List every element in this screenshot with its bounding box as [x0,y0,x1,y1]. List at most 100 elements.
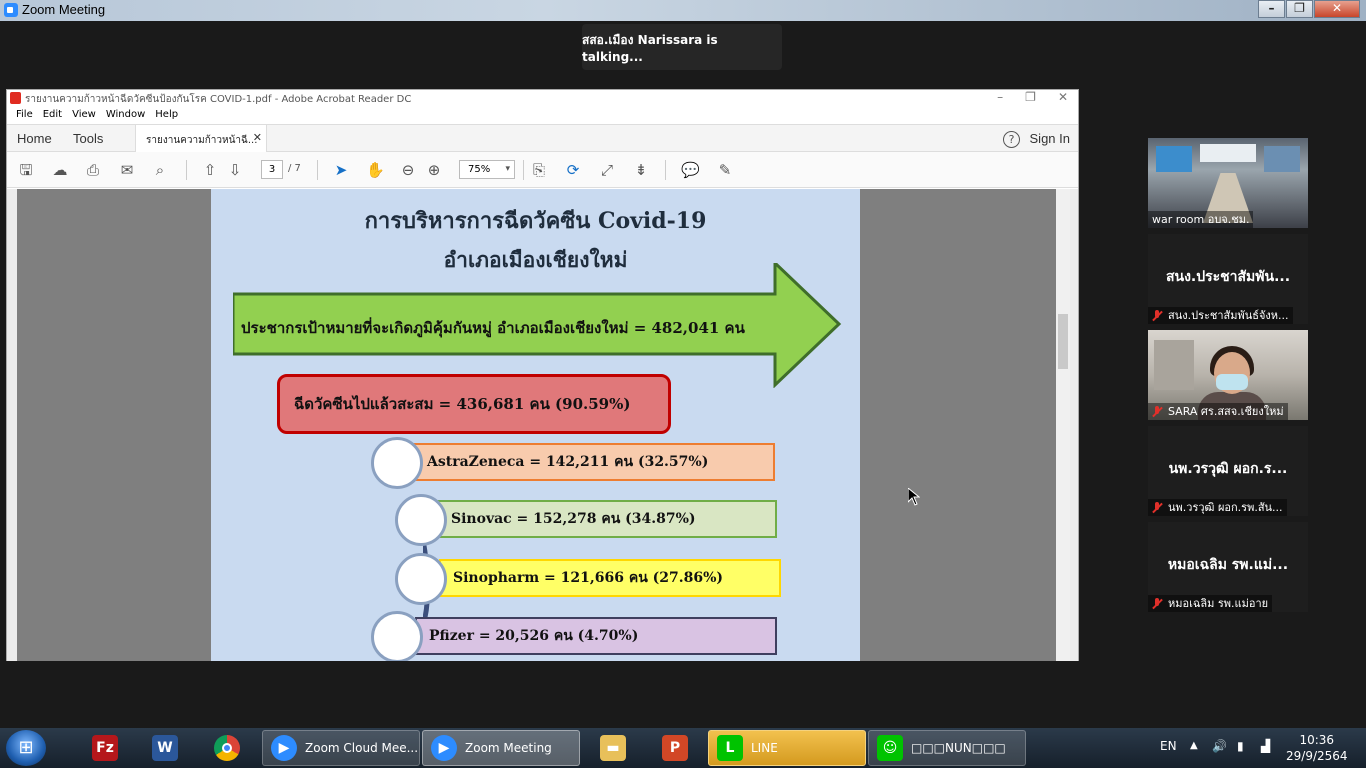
zoom-icon: ▶ [271,735,297,761]
desktop: Zoom Meeting – ❐ ✕ สสอ.เมือง Narissara i… [0,0,1366,768]
page-up-icon[interactable]: ⇧ [201,161,219,179]
vaccine-sinopharm: Sinopharm = 121,666 คน (27.86%) [439,559,781,597]
acrobat-close-button[interactable]: ✕ [1058,90,1068,104]
powerpoint-taskbar-button[interactable]: P [654,730,698,766]
participant-tile[interactable]: war room อบจ.ชม. [1148,138,1308,228]
scroll-mode-icon[interactable]: ⇟ [632,161,650,179]
select-tool-icon[interactable]: ➤ [332,161,350,179]
target-population: ประชากรเป้าหมายที่จะเกิดภูมิคุ้มกันหมู่ … [241,319,745,337]
line-chat-taskbar-button[interactable]: ☺ □□□NUN□□□ [868,730,1026,766]
clock-time: 10:36 [1299,733,1335,747]
mic-muted-icon [1152,501,1162,514]
clock-date: 29/9/2564 [1286,749,1348,763]
filezilla-taskbar-button[interactable]: Fz [84,730,128,766]
network-icon[interactable]: ▟ [1261,739,1270,768]
line-icon: L [717,735,743,761]
search-icon[interactable]: ⌕ [151,161,169,179]
show-hidden-icons-icon[interactable]: ▲ [1190,740,1198,768]
word-icon: W [152,735,178,761]
pfizer-circle [371,611,423,661]
scroll-thumb[interactable] [1058,314,1068,369]
close-button[interactable]: ✕ [1314,0,1360,18]
pdf-page: การบริหารการฉีดวัคซีน Covid-19 อำเภอเมือ… [211,189,860,661]
astrazeneca-circle [371,437,423,489]
talking-indicator: สสอ.เมือง Narissara is talking... [582,24,782,70]
acrobat-window-title: รายงานความก้าวหน้าฉีดวัคซีนป้องกันโรค CO… [25,94,412,105]
minimize-button[interactable]: – [1258,0,1285,18]
left-panel-toggle[interactable] [7,189,17,661]
zoom-in-icon[interactable]: ⊕ [425,161,443,179]
powerpoint-icon: P [662,735,688,761]
participant-name: นพ.วรวุฒิ ผอก.รพ.สัน... [1168,501,1283,514]
menu-window[interactable]: Window [101,107,150,124]
toolbar: 🖫 ☁ ⎙ ✉ ⌕ ⇧ ⇩ 3 / 7 ➤ ✋ ⊖ ⊕ 75% ⎘ ⟳ ⤢ ⇟ … [7,152,1078,188]
participant-name: หมอเฉลิม รพ.แม่อาย [1168,597,1269,610]
language-indicator[interactable]: EN [1160,739,1177,768]
document-tab-label: รายงานความก้าวหน้าฉี... [146,135,258,146]
zoom-meeting-taskbar-button[interactable]: ▶ Zoom Meeting [422,730,580,766]
zoom-title-bar: Zoom Meeting – ❐ ✕ [0,0,1366,21]
vertical-scrollbar[interactable] [1056,189,1070,661]
fit-page-icon[interactable]: ⎘ [530,161,548,179]
participant-tile[interactable]: SARA ศร.สสจ.เชียงใหม่ [1148,330,1308,420]
participant-label: SARA ศร.สสจ.เชียงใหม่ [1148,403,1288,420]
sinovac-circle [395,494,447,546]
zoom-window-title: Zoom Meeting [22,2,106,17]
menu-file[interactable]: File [11,107,38,124]
line-taskbar-button[interactable]: L LINE [708,730,866,766]
email-icon[interactable]: ✉ [118,161,136,179]
mic-muted-icon [1152,405,1162,418]
comment-icon[interactable]: 💬 [681,161,700,179]
tab-tools[interactable]: Tools [73,131,103,146]
participant-tile[interactable]: หมอเฉลิม รพ.แม่... หมอเฉลิม รพ.แม่อาย [1148,522,1308,612]
tab-bar: Home Tools รายงานความก้าวหน้าฉี... ✕ ? S… [7,124,1078,153]
zoom-level-select[interactable]: 75% [459,160,515,179]
sign-in-link[interactable]: Sign In [1030,131,1070,146]
tab-home[interactable]: Home [17,131,52,146]
menu-help[interactable]: Help [150,107,183,124]
close-icon: ✕ [1331,1,1343,15]
page-down-icon[interactable]: ⇩ [226,161,244,179]
minimize-icon: – [1268,1,1275,15]
volume-icon[interactable]: 🔊 [1212,739,1227,768]
page-number-input[interactable]: 3 [261,160,283,179]
menu-edit[interactable]: Edit [38,107,67,124]
explorer-taskbar-button[interactable]: ▬ [592,730,636,766]
participant-tile[interactable]: สนง.ประชาสัมพัน... สนง.ประชาสัมพันธ์จังห… [1148,234,1308,324]
acrobat-minimize-button[interactable]: – [997,90,1003,104]
participant-display-name: สนง.ประชาสัมพัน... [1165,269,1291,285]
full-screen-icon[interactable]: ⤢ [598,161,616,179]
print-icon[interactable]: ⎙ [84,161,102,179]
user-icon: ☺ [877,735,903,761]
zoom-out-icon[interactable]: ⊖ [399,161,417,179]
power-icon[interactable]: ▮ [1237,739,1244,768]
highlight-pen-icon[interactable]: ✎ [716,161,734,179]
participant-name: SARA ศร.สสจ.เชียงใหม่ [1168,405,1284,418]
folder-icon: ▬ [600,735,626,761]
tab-document[interactable]: รายงานความก้าวหน้าฉี... ✕ [135,125,267,153]
hand-tool-icon[interactable]: ✋ [366,161,385,179]
start-button[interactable]: ⊞ [6,730,46,766]
help-icon[interactable]: ? [1003,131,1020,148]
menu-view[interactable]: View [67,107,101,124]
save-icon[interactable]: 🖫 [17,161,35,179]
word-taskbar-button[interactable]: W [144,730,188,766]
close-tab-icon[interactable]: ✕ [253,131,262,144]
maximize-button[interactable]: ❐ [1286,0,1313,18]
participant-label: นพ.วรวุฒิ ผอก.รพ.สัน... [1148,499,1287,516]
acrobat-restore-button[interactable]: ❐ [1025,90,1036,104]
sinopharm-circle [395,553,447,605]
participant-name: สนง.ประชาสัมพันธ์จังห... [1168,309,1289,322]
participant-tile[interactable]: นพ.วรวุฒิ ผอก.ร... นพ.วรวุฒิ ผอก.รพ.สัน.… [1148,426,1308,516]
zoom-cloud-taskbar-button[interactable]: ▶ Zoom Cloud Mee... [262,730,420,766]
clock[interactable]: 10:36 29/9/2564 [1286,732,1348,764]
document-view[interactable]: การบริหารการฉีดวัคซีน Covid-19 อำเภอเมือ… [7,189,1078,661]
upload-icon[interactable]: ☁ [51,161,69,179]
taskbar-label: Zoom Meeting [465,741,552,755]
rotate-icon[interactable]: ⟳ [564,161,582,179]
acrobat-window[interactable]: รายงานความก้าวหน้าฉีดวัคซีนป้องกันโรค CO… [6,89,1079,661]
taskbar-label: LINE [751,741,778,755]
mic-muted-icon [1152,597,1162,610]
total-vaccinated: ฉีดวัคซีนไปแล้วสะสม = 436,681 คน (90.59%… [277,374,671,434]
chrome-taskbar-button[interactable] [206,730,250,766]
